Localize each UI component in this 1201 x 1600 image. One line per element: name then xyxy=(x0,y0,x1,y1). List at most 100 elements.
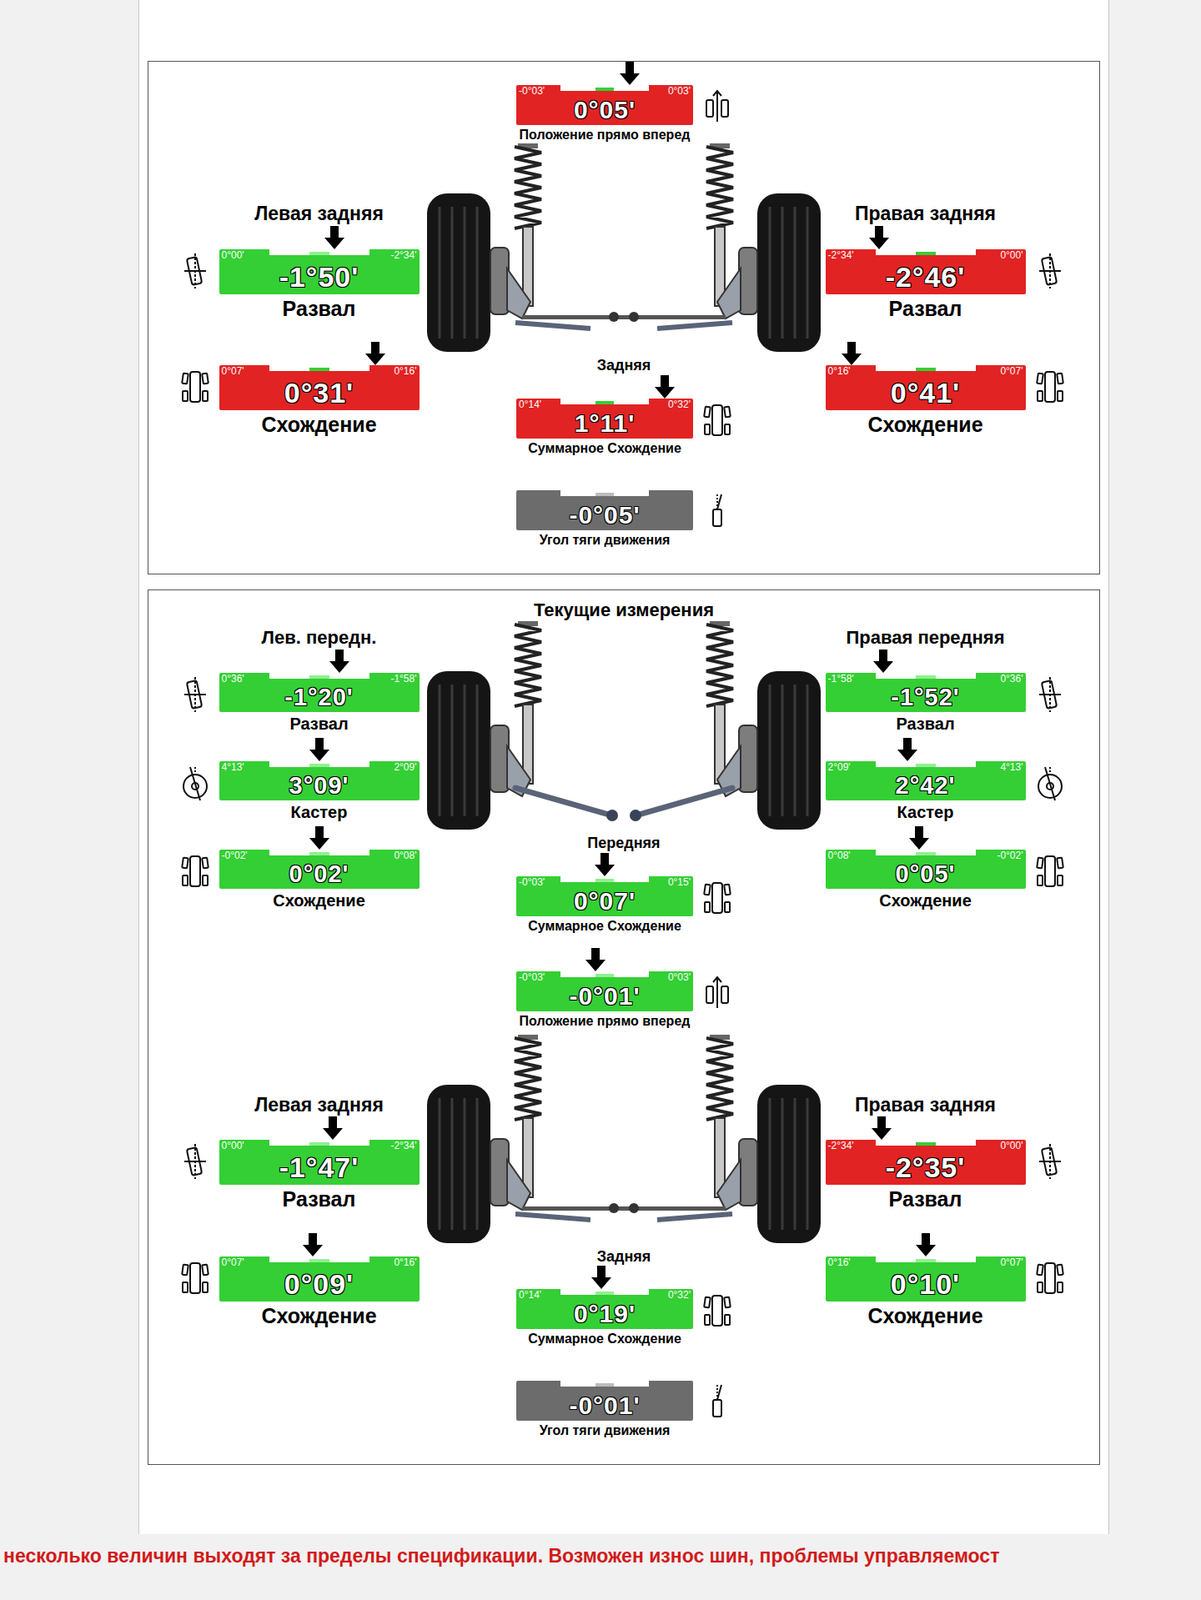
caster-icon xyxy=(1035,764,1065,802)
gauge-box: -1°58'0°36'-1°52' xyxy=(825,673,1026,713)
gauge-value: -2°46' xyxy=(885,262,966,292)
wheel-header-row: Правая задняя xyxy=(825,1093,1026,1118)
camber-icon xyxy=(1035,252,1065,290)
wheel-header-row: Лев. передн. xyxy=(219,626,420,650)
gauge: 0°36'-1°58'-1°20'Развал xyxy=(219,649,420,735)
gauge: 4°13'2°09'3°09'Кастер xyxy=(219,738,420,824)
wheel-title: Левая задняя xyxy=(219,1093,420,1118)
toe-icon xyxy=(703,402,732,439)
gauge-pointer-track xyxy=(219,1116,420,1141)
gauge-spec-window xyxy=(915,1142,936,1146)
status-bar: несколько величин выходят за пределы спе… xyxy=(0,1534,1201,1600)
gauge-group: -0°03'0°03'-0°01'Положение прямо вперед xyxy=(516,948,732,1031)
gauge-scale xyxy=(269,673,370,679)
right-wheel: Правая задняя-2°34'0°00'-2°46'Развал0°16… xyxy=(825,143,1097,438)
gauge-label: Схождение xyxy=(261,1303,377,1330)
toe-icon xyxy=(180,1260,210,1297)
gauge-min: -0°02' xyxy=(221,850,248,863)
gauge-value-area: -1°20' xyxy=(219,685,420,713)
pointer-arrow-icon xyxy=(871,1116,892,1141)
gauge-scale xyxy=(269,365,370,372)
axle-label: Задняя xyxy=(597,356,652,376)
screen: -0°03'0°03'0°05'Положение прямо впередЛе… xyxy=(0,0,1201,1600)
wheel-title: Лев. передн. xyxy=(219,626,420,650)
gauge-max: 0°32' xyxy=(668,399,691,412)
gauge-value-area: 0°02' xyxy=(219,862,420,890)
pointer-arrow-icon xyxy=(591,1266,612,1290)
gauge-min: 0°16' xyxy=(828,366,851,378)
gauge-spec-window xyxy=(915,852,936,856)
camber-icon xyxy=(180,1143,210,1181)
gauge-spec-window xyxy=(595,974,614,978)
toe-icon xyxy=(703,879,732,917)
gauge-max: -0°02' xyxy=(996,850,1023,863)
gauge-scale xyxy=(269,849,370,856)
gauge-box: 0°36'-1°58'-1°20' xyxy=(219,673,420,713)
straight-ahead-slot: -0°03'0°03'-0°01'Положение прямо вперед xyxy=(516,948,732,1031)
gauge-value: 0°07' xyxy=(573,889,636,915)
gauge-scale xyxy=(875,849,976,856)
gauge-slot: 0°07'0°16'0°09'Схождение xyxy=(180,1233,420,1330)
gauge-value: 0°05' xyxy=(895,862,956,887)
gauge-max: 2°09' xyxy=(393,762,417,774)
gauge-value-area: -0°01' xyxy=(516,1393,694,1422)
gauge: -0°05'Угол тяги движения xyxy=(516,490,694,549)
gauge-group: -2°34'0°00'-2°35'Развал xyxy=(825,1116,1065,1213)
report-area: -0°03'0°03'0°05'Положение прямо впередЛе… xyxy=(138,0,1110,1535)
thrust-icon xyxy=(703,492,732,530)
gauge-value: 0°10' xyxy=(890,1270,960,1299)
gauge-max: 0°00' xyxy=(999,1140,1023,1153)
rear-axle: Левая задняя0°00'-2°34'-1°47'Развал0°07'… xyxy=(148,1035,1101,1441)
rear-suspension-icon xyxy=(423,143,825,357)
wheel-header: Левая задняя xyxy=(219,201,420,227)
gauge-min: 4°13' xyxy=(221,762,245,774)
gauge-max: -2°34' xyxy=(390,1140,417,1153)
gauge-slot: 0°08'-0°02'0°05'Схождение xyxy=(825,826,1065,912)
wheel-title: Правая задняя xyxy=(825,201,1026,227)
gauge-pointer-track xyxy=(825,1116,1026,1141)
gauge-label: Кастер xyxy=(897,802,955,824)
toe-icon xyxy=(180,853,210,890)
gauge-min: 0°16' xyxy=(828,1257,851,1270)
gauge-scale xyxy=(269,1256,370,1263)
previous-panel: -0°03'0°03'0°05'Положение прямо впередЛе… xyxy=(147,60,1101,575)
pointer-arrow-icon xyxy=(324,226,345,250)
gauge-group: -0°02'0°08'0°02'Схождение xyxy=(180,826,420,912)
gauge-spec-window xyxy=(309,852,330,856)
pointer-arrow-icon xyxy=(365,341,386,366)
gauge-value-area: 0°19' xyxy=(516,1301,694,1330)
gauge-value: -2°35' xyxy=(885,1153,966,1182)
gauge: 0°08'-0°02'0°05'Схождение xyxy=(825,826,1026,912)
gauge-slot: 0°00'-2°34'-1°50'Развал xyxy=(180,226,420,322)
axle-center: Задняя0°14'0°32'1°11'Суммарное Схождение… xyxy=(423,143,825,549)
gauge-label: Суммарное Схождение xyxy=(527,918,682,935)
gauge-value-area: -2°46' xyxy=(825,261,1026,295)
gauge-pointer-track xyxy=(825,826,1026,850)
gauge-max: 0°07' xyxy=(999,366,1023,378)
gauge-pointer-track xyxy=(825,341,1026,366)
gauge: 0°14'0°32'0°19'Суммарное Схождение xyxy=(516,1266,694,1348)
gauge-label: Схождение xyxy=(879,890,972,912)
wheel-header-row: Правая задняя xyxy=(825,201,1026,227)
axle-center: Задняя0°14'0°32'0°19'Суммарное Схождение… xyxy=(423,1035,825,1441)
pointer-arrow-icon xyxy=(585,948,606,972)
gauge-spec-window xyxy=(309,675,330,679)
gauge-scale xyxy=(560,398,649,405)
gauge-scale xyxy=(560,876,649,883)
gauge-pointer-track xyxy=(825,738,1026,762)
pointer-arrow-icon xyxy=(594,853,615,877)
gauge-max: 0°08' xyxy=(393,850,417,863)
pointer-arrow-icon xyxy=(869,226,890,250)
gauge-box: 0°00'-2°34'-1°47' xyxy=(219,1140,420,1186)
pointer-arrow-icon xyxy=(915,1233,936,1257)
gauge-group: 0°14'0°32'0°19'Суммарное Схождение xyxy=(516,1266,732,1348)
gauge-spec-window xyxy=(595,1291,614,1296)
gauge-slot: 0°16'0°07'0°10'Схождение xyxy=(825,1233,1065,1330)
gauge-min: -2°34' xyxy=(828,250,855,262)
gauge-box: -2°34'0°00'-2°35' xyxy=(825,1140,1026,1186)
gauge-min: -0°03' xyxy=(518,85,545,98)
gauge-pointer-track xyxy=(219,826,420,850)
gauge: 0°16'0°07'0°41'Схождение xyxy=(825,341,1026,438)
gauge-scale xyxy=(875,365,976,372)
gauge-value: -1°50' xyxy=(279,262,360,292)
